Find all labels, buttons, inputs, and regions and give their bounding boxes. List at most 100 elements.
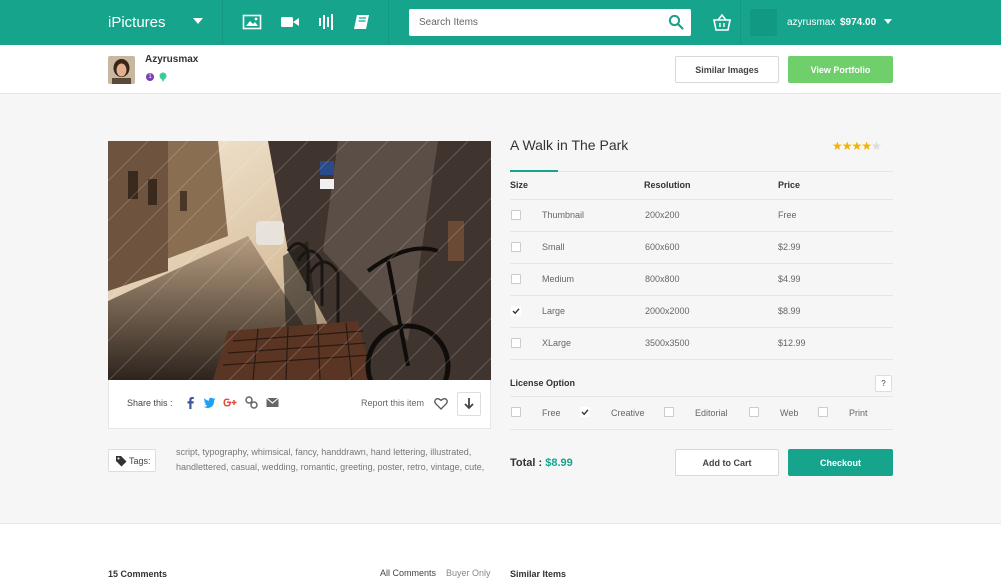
size-cell: Medium (542, 274, 575, 284)
download-icon (464, 398, 474, 410)
divider (222, 0, 223, 45)
divider (510, 231, 893, 232)
item-title: A Walk in The Park (510, 137, 629, 153)
google-plus-icon[interactable] (222, 396, 237, 409)
license-option-label: Editorial (695, 408, 728, 418)
tab-buyer-only[interactable]: Buyer Only (446, 568, 491, 578)
author-level-badge: 1 (146, 73, 154, 81)
item-preview-image[interactable] (108, 141, 491, 380)
rating-stars: ★★★★★ (832, 139, 882, 153)
share-label: Share this : (127, 398, 173, 408)
size-cell: Thumbnail (542, 210, 585, 220)
divider (510, 359, 893, 360)
resolution-cell: 3500x3500 (645, 338, 690, 348)
account-balance[interactable]: $974.00 (840, 0, 876, 45)
star-empty-icon[interactable]: ★ (871, 139, 882, 153)
tag-icon (116, 456, 127, 467)
image-icon[interactable] (242, 13, 262, 31)
license-option-label: Creative (611, 408, 645, 418)
location-pin-icon (159, 72, 167, 82)
divider (510, 295, 893, 296)
license-option-label: Print (849, 408, 868, 418)
license-option-label: Free (542, 408, 561, 418)
twitter-icon[interactable] (203, 396, 216, 409)
size-checkbox[interactable] (511, 242, 521, 252)
top-navbar: iPictures azyrusmax $974.00 (0, 0, 1001, 45)
license-checkbox[interactable] (749, 407, 759, 417)
resolution-cell: 2000x2000 (645, 306, 690, 316)
comments-count: 15 Comments (108, 569, 168, 579)
price-cell: $2.99 (778, 242, 801, 252)
total-label: Total : (510, 457, 543, 469)
share-bar: Share this : Report this item (108, 380, 491, 429)
author-name[interactable]: Azyrusmax (145, 54, 198, 65)
tags-list[interactable]: script, typography, whimsical, fancy, ha… (176, 447, 471, 457)
price-cell: Free (778, 210, 797, 220)
similar-images-button[interactable]: Similar Images (675, 56, 779, 83)
author-bar: Azyrusmax 1 Similar Images View Portfoli… (0, 45, 1001, 94)
size-checkbox[interactable] (511, 210, 521, 220)
license-help-button[interactable]: ? (875, 375, 892, 392)
audio-icon[interactable] (317, 13, 337, 31)
bottom-section: 15 Comments All Comments Buyer Only Simi… (0, 523, 1001, 587)
total-price: Total : $8.99 (510, 457, 573, 469)
price-cell: $12.99 (778, 338, 806, 348)
checkout-button[interactable]: Checkout (788, 449, 893, 476)
divider (388, 0, 389, 45)
divider (510, 327, 893, 328)
search-icon[interactable] (668, 14, 684, 30)
divider (510, 396, 893, 397)
email-icon[interactable] (266, 396, 279, 409)
user-avatar[interactable] (750, 9, 777, 36)
book-icon[interactable] (352, 13, 372, 31)
check-icon (581, 409, 589, 416)
divider (510, 263, 893, 264)
star-filled-icon[interactable]: ★ (852, 139, 863, 153)
price-cell: $8.99 (778, 306, 801, 316)
similar-items-title: Similar Items (510, 569, 567, 579)
size-cell: Large (542, 306, 566, 316)
resolution-cell: 200x200 (645, 210, 680, 220)
basket-icon[interactable] (712, 13, 732, 32)
total-value: $8.99 (545, 457, 573, 469)
license-option-label: Web (780, 408, 799, 418)
resolution-cell: 600x600 (645, 242, 680, 252)
username[interactable]: azyrusmax (787, 0, 835, 45)
check-icon (512, 308, 520, 315)
column-header-resolution: Resolution (644, 180, 691, 190)
size-checkbox[interactable] (511, 338, 521, 348)
facebook-icon[interactable] (184, 396, 197, 409)
star-filled-icon[interactable]: ★ (842, 139, 853, 153)
size-checkbox[interactable] (511, 306, 521, 316)
license-checkbox[interactable] (511, 407, 521, 417)
chevron-down-icon[interactable] (884, 19, 892, 24)
size-cell: XLarge (542, 338, 572, 348)
tags-badge: Tags: (108, 449, 156, 472)
chevron-down-icon[interactable] (193, 18, 203, 24)
star-filled-icon[interactable]: ★ (861, 139, 872, 153)
license-checkbox[interactable] (580, 407, 590, 417)
size-cell: Small (542, 242, 565, 252)
brand-logo[interactable]: iPictures (108, 0, 166, 45)
tags-list[interactable]: handlettered, casual, wedding, romantic,… (176, 462, 484, 472)
report-item-link[interactable]: Report this item (361, 398, 424, 408)
link-icon[interactable] (245, 396, 258, 409)
author-avatar[interactable] (108, 56, 135, 84)
license-checkbox[interactable] (818, 407, 828, 417)
view-portfolio-button[interactable]: View Portfolio (788, 56, 893, 83)
star-filled-icon[interactable]: ★ (832, 139, 843, 153)
resolution-cell: 800x800 (645, 274, 680, 284)
column-header-price: Price (778, 180, 801, 190)
divider (510, 199, 893, 200)
heart-icon[interactable] (434, 397, 448, 410)
download-button[interactable] (457, 392, 481, 416)
video-icon[interactable] (280, 13, 300, 31)
license-option-title: License Option (510, 378, 576, 388)
tab-all-comments[interactable]: All Comments (380, 568, 436, 578)
search-input[interactable] (409, 9, 691, 36)
title-underline (510, 170, 558, 172)
tags-label: Tags: (129, 456, 151, 466)
license-checkbox[interactable] (664, 407, 674, 417)
size-checkbox[interactable] (511, 274, 521, 284)
add-to-cart-button[interactable]: Add to Cart (675, 449, 779, 476)
